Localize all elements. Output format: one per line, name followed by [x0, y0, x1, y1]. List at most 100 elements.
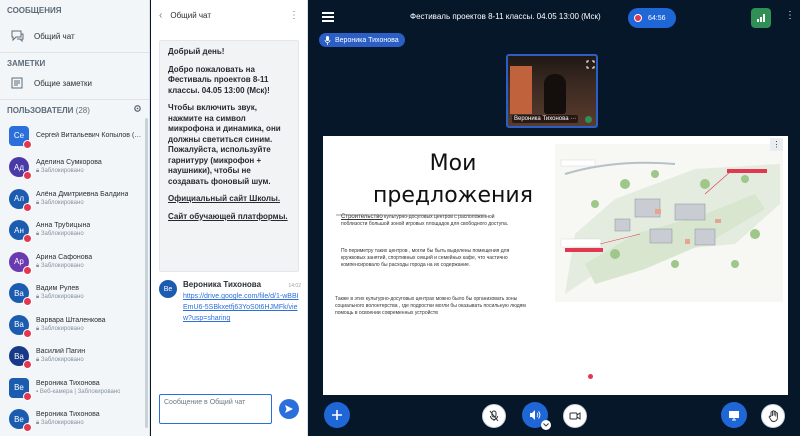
- school-site-link[interactable]: Официальный сайт Школы.: [168, 194, 290, 205]
- slide-options-icon[interactable]: ⋮: [770, 138, 783, 151]
- webcam-video-tile[interactable]: Вероника Тихонова ···: [506, 54, 598, 128]
- user-name: Сергей Витальевич Копылов (Ва…: [36, 132, 143, 140]
- user-name: Василий Пагин: [36, 348, 86, 356]
- send-button[interactable]: [279, 399, 299, 419]
- user-status: 🔒︎ Заблокировано: [36, 262, 84, 269]
- message-author: Вероника Тихонова: [183, 280, 262, 289]
- notes-header: ЗАМЕТКИ: [7, 59, 46, 68]
- mic-off-icon: [23, 423, 32, 433]
- message-link[interactable]: https://drive.google.com/file/d/1-wBBIEm…: [183, 291, 301, 324]
- mic-active-icon: [585, 116, 592, 123]
- lock-icon: 🔒︎: [36, 357, 40, 364]
- avatar: Ве: [9, 409, 32, 433]
- avatar: Ве: [9, 377, 32, 401]
- user-status: ▪︎ Веб-камера | Заблокировано: [36, 389, 121, 396]
- lock-icon: 🔒︎: [36, 294, 40, 301]
- user-status: 🔒︎ Заблокировано: [36, 168, 84, 175]
- user-status: 🔒︎ Заблокировано: [36, 325, 84, 332]
- webcam-icon: ▪︎: [36, 389, 39, 396]
- mic-off-icon: [23, 171, 32, 181]
- mic-off-icon: [23, 234, 32, 244]
- camera-button[interactable]: [563, 404, 587, 428]
- user-name: Аделина Сумкорова: [36, 159, 102, 167]
- user-row[interactable]: Ан Анна Трубицына 🔒︎ Заблокировано: [0, 215, 149, 247]
- raise-hand-button[interactable]: [761, 404, 785, 428]
- chat-header: ‹ Общий чат ⋮: [151, 0, 307, 30]
- mute-button[interactable]: [482, 404, 506, 428]
- divider: [0, 52, 149, 53]
- welcome-intro: Добро пожаловать на Фестиваль проектов 8…: [168, 64, 270, 95]
- user-name: Арина Сафонова: [36, 253, 93, 261]
- chevron-left-icon[interactable]: ‹: [159, 10, 162, 21]
- chat-message-input[interactable]: Сообщение в Общий чат: [159, 394, 272, 424]
- actions-button[interactable]: [324, 402, 350, 428]
- recording-time: 64:56: [648, 14, 666, 22]
- microphone-icon: [324, 35, 331, 45]
- platform-site-link[interactable]: Сайт обучающей платформы.: [168, 212, 290, 223]
- user-status: 🔒︎ Заблокировано: [36, 199, 84, 206]
- lock-icon: 🔒︎: [36, 231, 40, 238]
- user-name: Вероника Тихонова: [36, 380, 100, 388]
- meeting-title: Фестиваль проектов 8-11 классы. 04.05 13…: [410, 12, 601, 21]
- speaker-icon: [530, 410, 541, 420]
- avatar: Ва: [9, 346, 32, 370]
- avatar: Ад: [9, 157, 32, 181]
- user-status: 🔒︎ Заблокировано: [36, 231, 84, 238]
- lock-icon: 🔒︎: [36, 325, 40, 332]
- signal-bars-icon: [757, 14, 765, 22]
- hand-icon: [768, 410, 778, 422]
- video-camera-icon: [569, 412, 581, 420]
- video-background: [510, 66, 532, 114]
- avatar: Ал: [9, 188, 32, 212]
- city-plan-illustration: [555, 144, 783, 302]
- user-row[interactable]: Ва Варвара Шталенкова 🔒︎ Заблокировано: [0, 309, 149, 341]
- talking-user-name: Вероника Тихонова: [335, 36, 399, 44]
- shared-notes-item[interactable]: Общие заметки: [0, 71, 149, 95]
- lock-icon: 🔒︎: [36, 199, 40, 206]
- gear-icon[interactable]: [133, 104, 142, 118]
- users-sidebar: СООБЩЕНИЯ Общий чат ЗАМЕТКИ Общие заметк…: [0, 0, 150, 436]
- users-scrollbar[interactable]: [145, 118, 148, 428]
- messages-header: СООБЩЕНИЯ: [7, 6, 62, 15]
- connection-status-button[interactable]: [751, 8, 771, 28]
- message-time: 14:02: [288, 283, 301, 289]
- slide-paragraph-lead: Строительство: [341, 214, 383, 220]
- expand-icon[interactable]: [586, 60, 595, 69]
- send-icon: [285, 405, 293, 413]
- user-row[interactable]: Ад Аделина Сумкорова 🔒︎ Заблокировано: [0, 152, 149, 184]
- laser-pointer: [588, 374, 593, 379]
- kebab-menu-icon[interactable]: ⋮: [289, 10, 299, 21]
- user-row[interactable]: Ве Вероника Тихонова 🔒︎ Заблокировано: [0, 404, 149, 436]
- user-row[interactable]: Се Сергей Витальевич Копылов (Ва…: [0, 120, 149, 152]
- user-status: 🔒︎ Заблокировано: [36, 357, 84, 364]
- chevron-down-icon: [543, 423, 549, 427]
- audio-settings-badge[interactable]: [541, 420, 551, 430]
- user-status: 🔒︎ Заблокировано: [36, 294, 84, 301]
- users-list: Се Сергей Витальевич Копылов (Ва… Ад Аде…: [0, 120, 149, 435]
- public-chat-item[interactable]: Общий чат: [0, 24, 149, 48]
- user-row[interactable]: Ва Василий Пагин 🔒︎ Заблокировано: [0, 341, 149, 373]
- user-row[interactable]: Ве Вероника Тихонова ▪︎ Веб-камера | Забл…: [0, 372, 149, 404]
- shared-notes-label: Общие заметки: [34, 78, 92, 88]
- mic-off-icon: [23, 202, 32, 212]
- welcome-greeting: Добрый день!: [168, 47, 225, 56]
- mic-off-icon: [23, 360, 32, 370]
- user-row[interactable]: Ва Вадим Рулев 🔒︎ Заблокировано: [0, 278, 149, 310]
- recording-button[interactable]: 64:56: [628, 8, 676, 28]
- lock-icon: 🔒︎: [36, 262, 40, 269]
- user-row[interactable]: Ал Алёна Дмитриевна Балдина 🔒︎ Заблокиров…: [0, 183, 149, 215]
- video-user-label: Вероника Тихонова ···: [512, 115, 579, 123]
- welcome-message: Добрый день! Добро пожаловать на Фестива…: [159, 40, 299, 272]
- presentation-button[interactable]: [721, 402, 747, 428]
- screen-share-icon: [729, 410, 739, 420]
- mic-off-icon: [23, 391, 32, 401]
- avatar: Ва: [9, 283, 32, 307]
- mic-off-icon: [23, 297, 32, 307]
- avatar: Се: [9, 125, 32, 149]
- welcome-sound-instructions: Чтобы включить звук, нажмите на символ м…: [168, 103, 281, 186]
- menu-icon[interactable]: [322, 12, 334, 22]
- notes-icon: [10, 76, 24, 90]
- user-name: Вадим Рулев: [36, 285, 80, 293]
- options-menu-icon[interactable]: ⋮: [785, 10, 795, 21]
- user-row[interactable]: Ар Арина Сафонова 🔒︎ Заблокировано: [0, 246, 149, 278]
